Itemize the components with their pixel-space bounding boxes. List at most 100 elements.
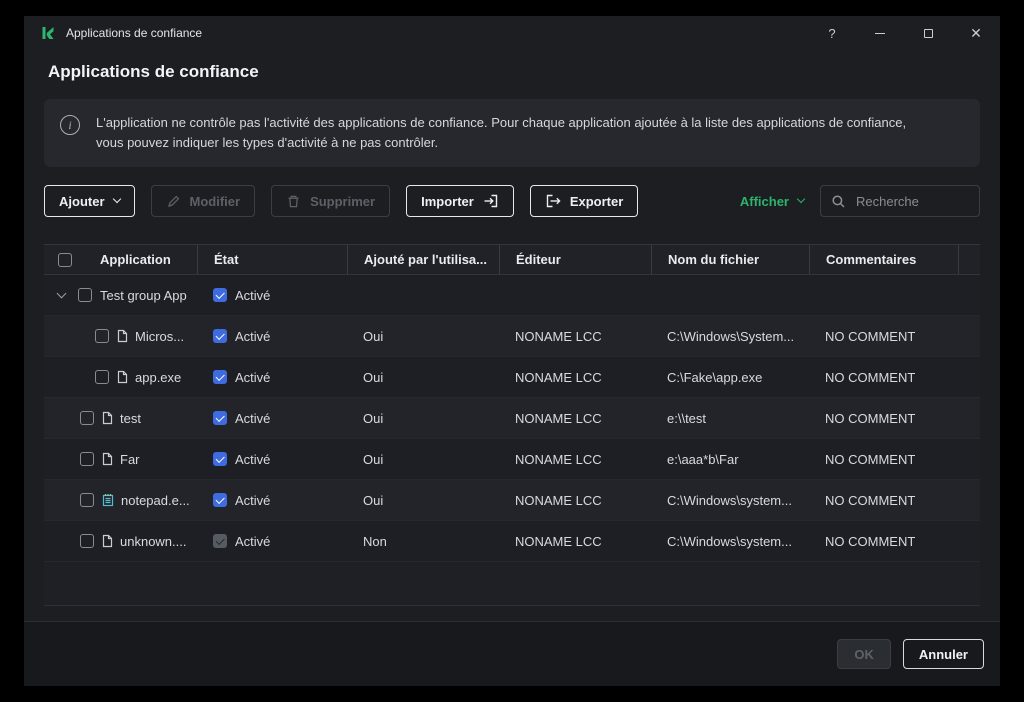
row-select-checkbox[interactable] [95, 329, 109, 343]
search-icon [831, 194, 846, 209]
cancel-button[interactable]: Annuler [903, 639, 984, 669]
table-empty-area [44, 562, 980, 606]
state-label: Activé [235, 329, 270, 344]
header-added-by-user: Ajouté par l'utilisa... [347, 245, 499, 274]
comment: NO COMMENT [809, 493, 958, 508]
file-path: C:\Windows\System... [651, 329, 809, 344]
import-icon [483, 193, 499, 209]
table-row-group[interactable]: Test group App Activé [44, 275, 980, 316]
trusted-apps-table: Application État Ajouté par l'utilisa...… [44, 244, 980, 606]
delete-button[interactable]: Supprimer [271, 185, 390, 217]
row-select-checkbox[interactable] [80, 452, 94, 466]
chevron-down-icon [112, 195, 120, 203]
chevron-down-icon[interactable] [57, 288, 67, 298]
file-icon [102, 452, 113, 466]
publisher: NONAME LCC [499, 493, 651, 508]
publisher: NONAME LCC [499, 370, 651, 385]
header-application-label: Application [100, 252, 171, 267]
row-select-checkbox[interactable] [95, 370, 109, 384]
state-label: Activé [235, 452, 270, 467]
ok-button[interactable]: OK [837, 639, 891, 669]
file-icon [102, 534, 113, 548]
info-icon: i [60, 115, 80, 135]
app-name: unknown.... [120, 534, 187, 549]
export-button[interactable]: Exporter [530, 185, 638, 217]
added-by-user: Oui [347, 452, 499, 467]
notepad-icon [102, 493, 114, 507]
added-by-user: Oui [347, 370, 499, 385]
add-button[interactable]: Ajouter [44, 185, 135, 217]
show-filter-button[interactable]: Afficher [740, 194, 804, 209]
header-publisher: Éditeur [499, 245, 651, 274]
show-filter-label: Afficher [740, 194, 789, 209]
publisher: NONAME LCC [499, 534, 651, 549]
state-label: Activé [235, 288, 270, 303]
state-cell: Activé [197, 411, 347, 426]
state-checkbox[interactable] [213, 452, 227, 466]
add-button-label: Ajouter [59, 194, 105, 209]
file-path: e:\aaa*b\Far [651, 452, 809, 467]
import-button-label: Importer [421, 194, 474, 209]
table-row[interactable]: unknown.... Activé Non NONAME LCC C:\Win… [44, 521, 980, 562]
app-name: Far [120, 452, 140, 467]
search-input[interactable] [854, 193, 969, 210]
state-checkbox[interactable] [213, 329, 227, 343]
added-by-user: Non [347, 534, 499, 549]
import-button[interactable]: Importer [406, 185, 514, 217]
state-cell: Activé [197, 288, 347, 303]
edit-button[interactable]: Modifier [151, 185, 256, 217]
toolbar-left: Ajouter Modifier Supprimer Importer [44, 185, 638, 217]
table-row[interactable]: test Activé Oui NONAME LCC e:\\test NO C… [44, 398, 980, 439]
table-row[interactable]: Micros... Activé Oui NONAME LCC C:\Windo… [44, 316, 980, 357]
state-checkbox [213, 534, 227, 548]
info-banner: i L'application ne contrôle pas l'activi… [44, 99, 980, 167]
row-select-checkbox[interactable] [80, 534, 94, 548]
state-label: Activé [235, 370, 270, 385]
added-by-user: Oui [347, 329, 499, 344]
pencil-icon [166, 194, 181, 209]
select-all-checkbox[interactable] [58, 253, 72, 267]
file-icon [117, 329, 128, 343]
table-header: Application État Ajouté par l'utilisa...… [44, 244, 980, 275]
export-button-label: Exporter [570, 194, 623, 209]
kaspersky-logo [40, 25, 56, 41]
edit-button-label: Modifier [190, 194, 241, 209]
toolbar: Ajouter Modifier Supprimer Importer [44, 185, 980, 217]
file-path: C:\Windows\system... [651, 493, 809, 508]
file-icon [102, 411, 113, 425]
maximize-button[interactable] [920, 25, 936, 41]
close-button[interactable]: ✕ [968, 25, 984, 41]
added-by-user: Oui [347, 493, 499, 508]
row-select-checkbox[interactable] [80, 411, 94, 425]
row-select-checkbox[interactable] [80, 493, 94, 507]
help-button[interactable]: ? [824, 25, 840, 41]
trash-icon [286, 194, 301, 209]
table-row[interactable]: Far Activé Oui NONAME LCC e:\aaa*b\Far N… [44, 439, 980, 480]
titlebar: Applications de confiance ? ✕ [24, 16, 1000, 50]
page-title: Applications de confiance [48, 62, 976, 82]
header-spacer [958, 245, 980, 274]
row-select-checkbox[interactable] [78, 288, 92, 302]
file-path: e:\\test [651, 411, 809, 426]
state-cell: Activé [197, 370, 347, 385]
state-label: Activé [235, 493, 270, 508]
search-box [820, 185, 980, 217]
state-checkbox[interactable] [213, 288, 227, 302]
publisher: NONAME LCC [499, 411, 651, 426]
app-name: Micros... [135, 329, 184, 344]
state-checkbox[interactable] [213, 493, 227, 507]
maximize-icon [924, 29, 933, 38]
state-cell: Activé [197, 452, 347, 467]
minimize-button[interactable] [872, 25, 888, 41]
state-checkbox[interactable] [213, 411, 227, 425]
header-state: État [197, 245, 347, 274]
table-row[interactable]: app.exe Activé Oui NONAME LCC C:\Fake\ap… [44, 357, 980, 398]
state-checkbox[interactable] [213, 370, 227, 384]
chevron-down-icon [797, 195, 805, 203]
header-comments: Commentaires [809, 245, 958, 274]
dialog-footer: OK Annuler [24, 621, 1000, 686]
file-icon [117, 370, 128, 384]
delete-button-label: Supprimer [310, 194, 375, 209]
table-row[interactable]: notepad.e... Activé Oui NONAME LCC C:\Wi… [44, 480, 980, 521]
app-name: app.exe [135, 370, 181, 385]
